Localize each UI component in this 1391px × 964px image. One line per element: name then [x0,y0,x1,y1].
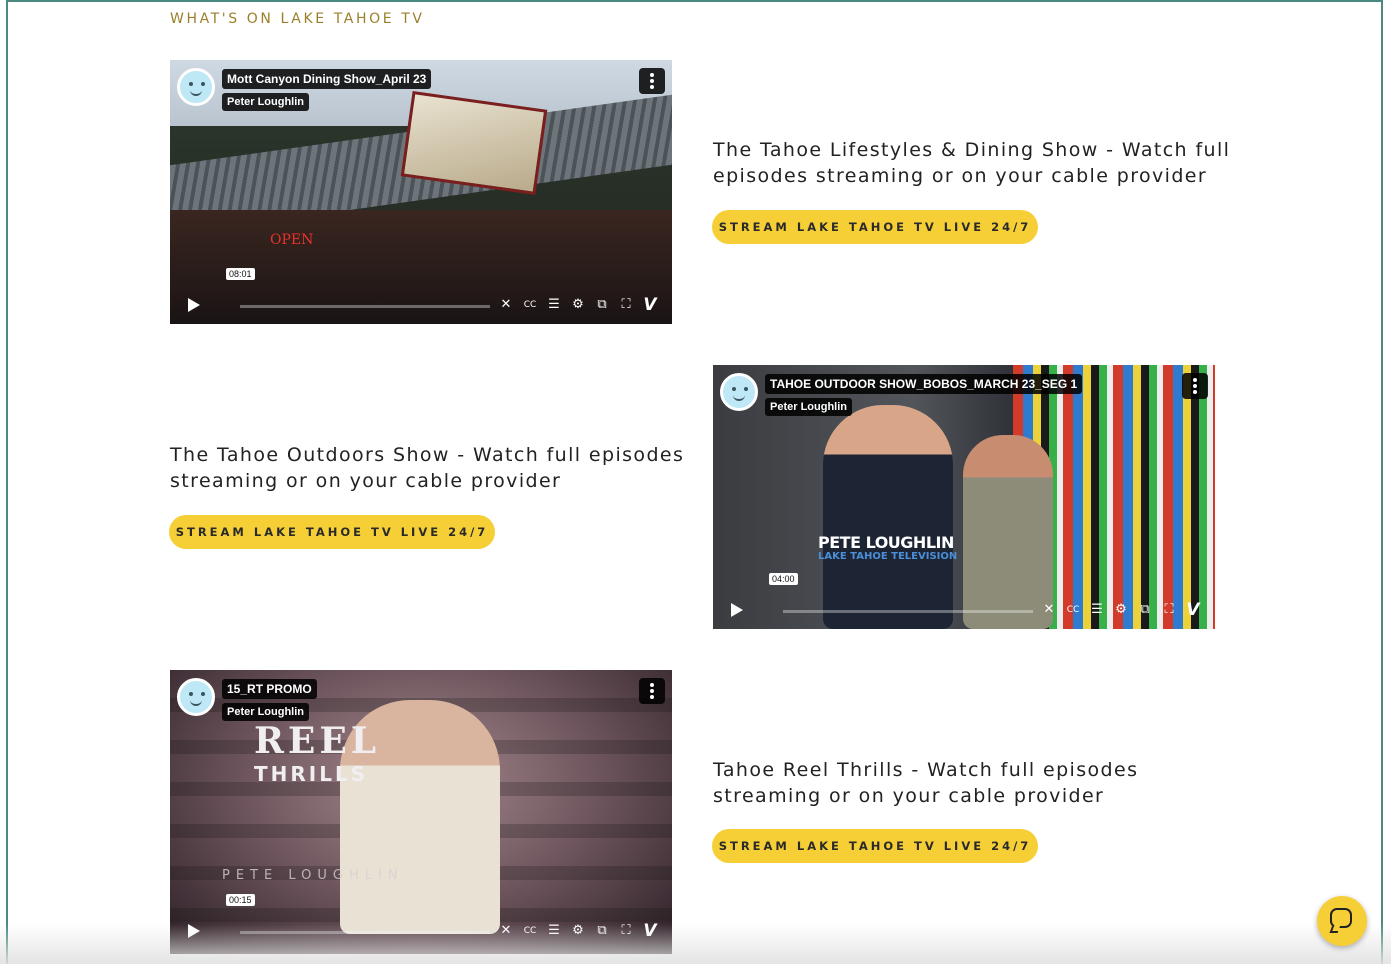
chat-bubble-icon[interactable] [1317,896,1367,946]
video-author[interactable]: Peter Loughlin [765,398,852,416]
timecode: 08:01 [226,268,255,280]
stream-button-outdoors[interactable]: STREAM LAKE TAHOE TV LIVE 24/7 [169,515,495,549]
vimeo-logo-icon[interactable]: V [642,920,658,942]
section-title: WHAT'S ON LAKE TAHOE TV [170,11,425,27]
play-icon[interactable] [188,298,200,312]
settings-icon[interactable]: ⚙ [1113,599,1129,621]
fullscreen-icon[interactable]: ⛶ [618,294,634,316]
channel-avatar-icon[interactable] [177,678,215,716]
more-options-icon[interactable] [1182,373,1208,399]
settings-icon[interactable]: ⚙ [570,920,586,942]
video-title[interactable]: TAHOE OUTDOOR SHOW_BOBOS_MARCH 23_SEG 1 [765,374,1083,394]
captions-icon[interactable]: CC [522,920,538,942]
more-options-icon[interactable] [639,68,665,94]
show-description-dining: The Tahoe Lifestyles & Dining Show - Wat… [713,139,1231,187]
thumbnail-name: PETE LOUGHLIN [222,868,404,883]
thumbnail-title: REEL [254,720,381,762]
thumbnail-subtitle: THRILLS [254,762,369,786]
stream-button-reel-thrills[interactable]: STREAM LAKE TAHOE TV LIVE 24/7 [712,829,1038,863]
transcript-icon[interactable]: ☰ [546,920,562,942]
progress-track[interactable] [240,931,490,934]
settings-icon[interactable]: ⚙ [570,294,586,316]
transcript-icon[interactable]: ☰ [1089,599,1105,621]
fullscreen-icon[interactable]: ⛶ [1161,599,1177,621]
play-icon[interactable] [731,603,743,617]
fullscreen-icon[interactable]: ⛶ [618,920,634,942]
video-title[interactable]: Mott Canyon Dining Show_April 23 [222,69,432,89]
vimeo-logo-icon[interactable]: V [642,294,658,316]
video-player-reel-thrills[interactable]: REEL THRILLS PETE LOUGHLIN 15_RT PROMO P… [170,670,672,954]
timecode: 04:00 [769,573,798,585]
play-icon[interactable] [188,924,200,938]
timecode: 00:15 [226,894,255,906]
stream-button-dining[interactable]: STREAM LAKE TAHOE TV LIVE 24/7 [712,210,1038,244]
video-title[interactable]: 15_RT PROMO [222,679,317,699]
video-author[interactable]: Peter Loughlin [222,93,309,111]
show-description-outdoors: The Tahoe Outdoors Show - Watch full epi… [170,444,685,492]
audio-muted-icon[interactable]: ✕ [498,920,514,942]
audio-muted-icon[interactable]: ✕ [1041,599,1057,621]
channel-avatar-icon[interactable] [177,68,215,106]
video-player-outdoors[interactable]: PETE LOUGHLIN LAKE TAHOE TELEVISION TAHO… [713,365,1215,629]
thumbnail-open-sign: OPEN [270,232,314,248]
audio-muted-icon[interactable]: ✕ [498,294,514,316]
transcript-icon[interactable]: ☰ [546,294,562,316]
more-options-icon[interactable] [639,678,665,704]
show-description-reel-thrills: Tahoe Reel Thrills - Watch full episodes… [713,759,1139,807]
player-controls: 08:01 ✕ CC ☰ ⚙ ⧉ ⛶ V [170,268,672,324]
thumbnail-station: LAKE TAHOE TELEVISION [818,551,958,562]
pip-icon[interactable]: ⧉ [1137,599,1153,621]
channel-avatar-icon[interactable] [720,373,758,411]
captions-icon[interactable]: CC [1065,599,1081,621]
progress-track[interactable] [783,610,1033,613]
player-controls: 00:15 ✕ CC ☰ ⚙ ⧉ ⛶ V [170,894,672,950]
player-controls: 04:00 ✕ CC ☰ ⚙ ⧉ ⛶ V [713,573,1215,629]
video-player-dining[interactable]: OPEN Mott Canyon Dining Show_April 23 Pe… [170,60,672,324]
video-author[interactable]: Peter Loughlin [222,703,309,721]
progress-track[interactable] [240,305,490,308]
thumbnail-name: PETE LOUGHLIN [818,533,954,552]
captions-icon[interactable]: CC [522,294,538,316]
vimeo-logo-icon[interactable]: V [1185,599,1201,621]
pip-icon[interactable]: ⧉ [594,294,610,316]
pip-icon[interactable]: ⧉ [594,920,610,942]
